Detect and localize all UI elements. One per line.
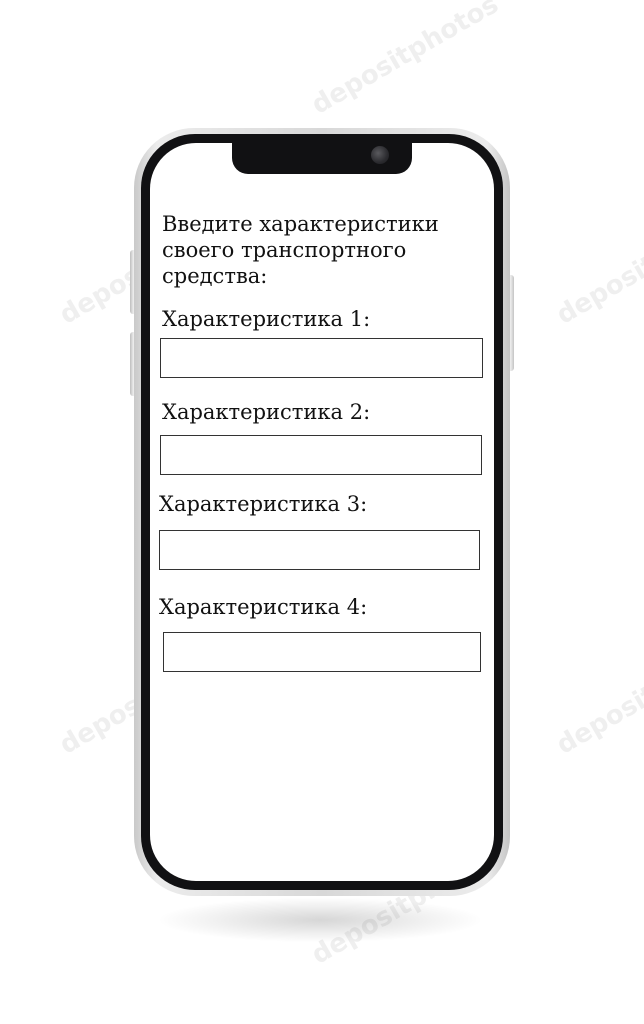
field-label-3: Характеристика 3: xyxy=(159,492,368,516)
watermark-text: depositphotos xyxy=(551,199,644,331)
mockup-stage: depositphotos depositphotos depositphoto… xyxy=(0,0,644,1024)
field-label-2: Характеристика 2: xyxy=(162,400,371,424)
field-label-4: Характеристика 4: xyxy=(159,595,368,619)
watermark-text: depositphotos xyxy=(306,0,504,121)
characteristic-3-input[interactable] xyxy=(159,530,480,570)
form-title: Введите характеристики своего транспортн… xyxy=(162,212,439,288)
field-label-1: Характеристика 1: xyxy=(162,307,371,331)
watermark: depositphotos xyxy=(552,629,644,760)
characteristic-4-input[interactable] xyxy=(163,632,481,672)
watermark: depositphotos xyxy=(307,0,504,121)
phone-shadow xyxy=(160,898,480,942)
watermark-text: depositphotos xyxy=(551,629,644,761)
characteristic-2-input[interactable] xyxy=(160,435,482,475)
watermark: depositphotos xyxy=(552,199,644,330)
camera-icon xyxy=(371,146,389,164)
characteristic-1-input[interactable] xyxy=(160,338,483,378)
